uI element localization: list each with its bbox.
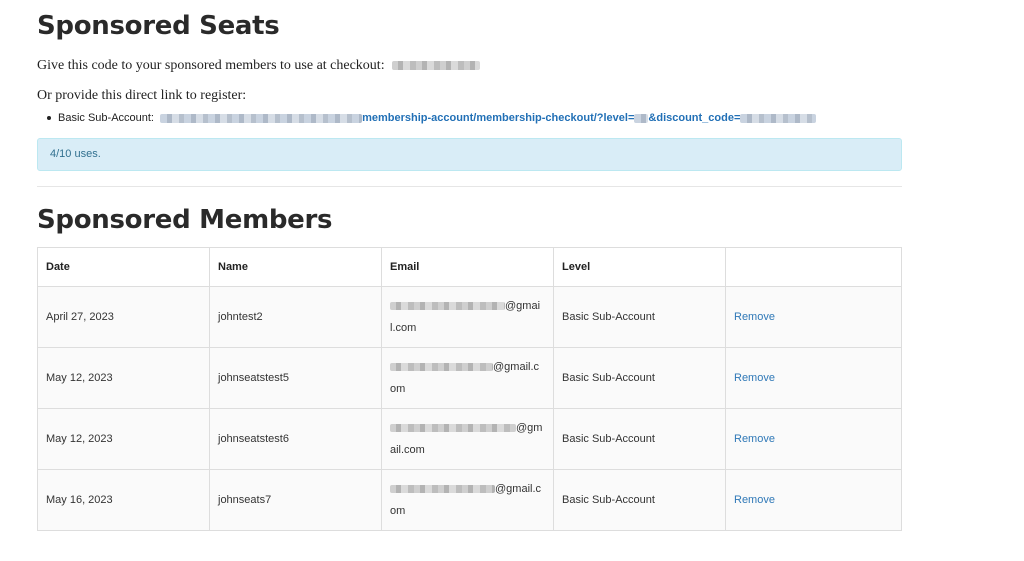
email-domain-part: @gmai bbox=[505, 300, 541, 312]
uses-count: 4/10 uses. bbox=[50, 148, 101, 160]
register-link-path: membership-account/membership-checkout/?… bbox=[362, 112, 635, 124]
member-action-cell: Remove bbox=[725, 469, 902, 531]
table-row: May 12, 2023 johnseatstest6 @gm ail.com B… bbox=[37, 408, 902, 470]
bullet-dot bbox=[47, 116, 51, 121]
header-name: Name bbox=[209, 247, 382, 287]
section-divider bbox=[37, 186, 902, 187]
member-email: @gm ail.com bbox=[381, 408, 554, 470]
table-row: May 16, 2023 johnseats7 @gmail.c om Basic… bbox=[37, 469, 902, 531]
redacted-code bbox=[740, 113, 817, 123]
link-prompt: Or provide this direct link to register: bbox=[37, 88, 247, 103]
email-domain-part: @gmail.c bbox=[495, 483, 542, 495]
code-prompt: Give this code to your sponsored members… bbox=[37, 58, 481, 74]
header-date: Date bbox=[37, 247, 210, 287]
redacted-email-user bbox=[390, 424, 516, 433]
redacted-site-url bbox=[160, 113, 363, 123]
register-link-discount-param: &discount_code= bbox=[648, 112, 741, 124]
member-date: April 27, 2023 bbox=[37, 286, 210, 348]
member-action-cell: Remove bbox=[725, 408, 902, 470]
remove-member-link[interactable]: Remove bbox=[734, 494, 775, 506]
redacted-level-id bbox=[634, 113, 649, 123]
redacted-email-user bbox=[390, 302, 505, 311]
table-row: May 12, 2023 johnseatstest5 @gmail.c om B… bbox=[37, 347, 902, 409]
email-domain-wrap: om bbox=[390, 505, 406, 517]
email-domain-wrap: om bbox=[390, 383, 406, 395]
sponsored-members-table: Date Name Email Level April 27, 2023 joh… bbox=[37, 247, 902, 531]
register-link-label: Basic Sub-Account: bbox=[58, 112, 154, 124]
member-level: Basic Sub-Account bbox=[553, 286, 726, 348]
member-name: johnseats7 bbox=[209, 469, 382, 531]
member-action-cell: Remove bbox=[725, 347, 902, 409]
member-email: @gmai l.com bbox=[381, 286, 554, 348]
uses-notice: 4/10 uses. bbox=[37, 138, 902, 171]
member-name: johnseatstest5 bbox=[209, 347, 382, 409]
redacted-email-user bbox=[390, 485, 495, 494]
member-email: @gmail.c om bbox=[381, 347, 554, 409]
email-domain-part: @gm bbox=[516, 422, 543, 434]
redacted-discount-code bbox=[392, 61, 481, 71]
header-actions bbox=[725, 247, 902, 287]
table-row: April 27, 2023 johntest2 @gmai l.com Basi… bbox=[37, 286, 902, 348]
email-domain-part: @gmail.c bbox=[493, 361, 540, 373]
header-level: Level bbox=[553, 247, 726, 287]
remove-member-link[interactable]: Remove bbox=[734, 433, 775, 445]
member-name: johnseatstest6 bbox=[209, 408, 382, 470]
email-domain-wrap: l.com bbox=[390, 322, 417, 334]
member-action-cell: Remove bbox=[725, 286, 902, 348]
member-name: johntest2 bbox=[209, 286, 382, 348]
table-header-row: Date Name Email Level bbox=[37, 247, 902, 287]
redacted-email-user bbox=[390, 363, 493, 372]
member-level: Basic Sub-Account bbox=[553, 469, 726, 531]
sponsored-members-heading: Sponsored Members bbox=[37, 205, 333, 235]
register-link-item: Basic Sub-Account: membership-account/me… bbox=[47, 112, 817, 124]
header-email: Email bbox=[381, 247, 554, 287]
member-date: May 16, 2023 bbox=[37, 469, 210, 531]
email-domain-wrap: ail.com bbox=[390, 444, 425, 456]
member-date: May 12, 2023 bbox=[37, 347, 210, 409]
remove-member-link[interactable]: Remove bbox=[734, 311, 775, 323]
code-prompt-text: Give this code to your sponsored members… bbox=[37, 58, 385, 73]
member-level: Basic Sub-Account bbox=[553, 347, 726, 409]
register-link[interactable]: membership-account/membership-checkout/?… bbox=[157, 112, 817, 124]
member-email: @gmail.c om bbox=[381, 469, 554, 531]
sponsored-seats-heading: Sponsored Seats bbox=[37, 11, 280, 41]
member-date: May 12, 2023 bbox=[37, 408, 210, 470]
remove-member-link[interactable]: Remove bbox=[734, 372, 775, 384]
member-level: Basic Sub-Account bbox=[553, 408, 726, 470]
